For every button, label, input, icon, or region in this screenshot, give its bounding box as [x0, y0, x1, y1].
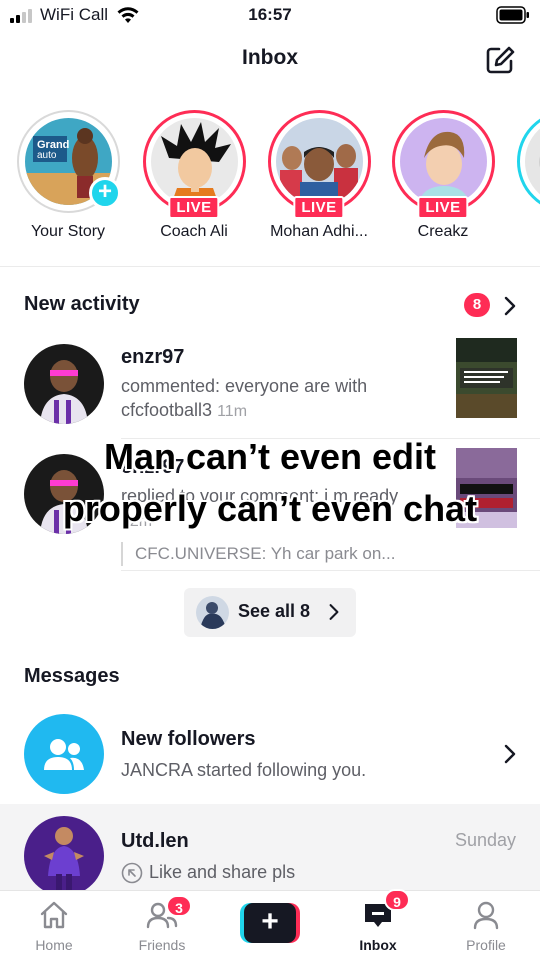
- divider: [0, 266, 540, 267]
- followers-avatar: [24, 714, 104, 794]
- user-avatar[interactable]: [24, 454, 104, 534]
- friends-count-badge: 3: [166, 895, 192, 917]
- person-avatar: [400, 118, 487, 205]
- person-avatar: [276, 118, 363, 205]
- chevron-right-icon[interactable]: [503, 296, 517, 316]
- inbox-count-badge: 9: [384, 889, 410, 911]
- message-name: New followers: [121, 728, 256, 750]
- tab-label: Friends: [138, 937, 186, 953]
- tab-inbox[interactable]: 9 Inbox: [324, 889, 432, 960]
- video-thumbnail[interactable]: [456, 338, 517, 418]
- page-title: Inbox: [242, 46, 298, 69]
- activity-message: replied to your comment: i m ready: [121, 486, 399, 506]
- tab-friends[interactable]: 3 Friends: [108, 891, 216, 960]
- reply-quote: CFC.UNIVERSE: Yh car park on...: [121, 542, 395, 566]
- stories-row: Grand auto + Your Story LIVE Coach Ali L…: [0, 104, 540, 254]
- message-name: Utd.len: [121, 830, 189, 852]
- tab-label: Home: [35, 937, 73, 953]
- chevron-right-icon: [504, 744, 516, 764]
- message-row-utd-len[interactable]: Utd.len Sunday Like and share pls: [0, 804, 540, 896]
- live-badge: LIVE: [168, 196, 220, 219]
- story-name: Coach Ali: [160, 223, 228, 240]
- compose-icon[interactable]: [484, 44, 516, 76]
- user-avatar: [24, 816, 104, 896]
- share-arrow-icon: [121, 862, 143, 884]
- add-story-plus-icon[interactable]: +: [89, 177, 121, 209]
- status-time: 16:57: [248, 5, 292, 24]
- plus-icon: +: [244, 903, 296, 943]
- battery-icon: [496, 6, 529, 24]
- profile-icon: [473, 901, 499, 930]
- svg-text:auto: auto: [37, 150, 57, 161]
- story-name: Your Story: [30, 223, 106, 240]
- tab-home[interactable]: Home: [0, 891, 108, 960]
- tab-profile[interactable]: Profile: [432, 891, 540, 960]
- see-all-label: See all 8: [238, 601, 311, 621]
- activity-time: 32m: [121, 513, 153, 530]
- status-bar: WiFi Call 16:57: [0, 0, 540, 32]
- divider: [121, 438, 540, 439]
- new-activity-title[interactable]: New activity: [24, 293, 140, 316]
- user-avatar[interactable]: [24, 344, 104, 424]
- message-preview: JANCRA started following you.: [121, 760, 367, 780]
- activity-time: 11m: [217, 403, 248, 420]
- tab-label: Profile: [466, 937, 506, 953]
- story-name: Creakz: [417, 223, 469, 240]
- chevron-right-icon: [329, 604, 339, 620]
- activity-username[interactable]: enzr97: [121, 456, 184, 479]
- activity-text: commented: everyone are with cfcfootball…: [121, 374, 421, 424]
- activity-text: replied to your comment: i m ready 32m: [121, 484, 421, 534]
- create-button[interactable]: +: [240, 903, 300, 943]
- message-row-new-followers[interactable]: New followers JANCRA started following y…: [0, 708, 540, 804]
- person-avatar: [525, 118, 540, 205]
- divider: [121, 570, 540, 571]
- activity-username[interactable]: enzr97: [121, 346, 184, 369]
- user-avatar: [196, 596, 229, 629]
- activity-count-badge: 8: [464, 293, 490, 317]
- live-badge: LIVE: [293, 196, 345, 219]
- story-name: Mohan Adhi...: [270, 223, 368, 240]
- see-all-button[interactable]: See all 8: [184, 588, 356, 637]
- home-icon: [40, 901, 68, 929]
- anime-avatar: [151, 118, 238, 205]
- video-thumbnail[interactable]: [456, 448, 517, 528]
- people-icon: [44, 739, 84, 770]
- message-day: Sunday: [454, 830, 516, 850]
- bottom-tab-bar: Home 3 Friends + 9 Inbox Profile: [0, 889, 540, 960]
- messages-title: Messages: [24, 665, 120, 687]
- tab-label: Inbox: [359, 937, 397, 953]
- message-preview: Like and share pls: [149, 862, 296, 882]
- live-badge: LIVE: [417, 196, 469, 219]
